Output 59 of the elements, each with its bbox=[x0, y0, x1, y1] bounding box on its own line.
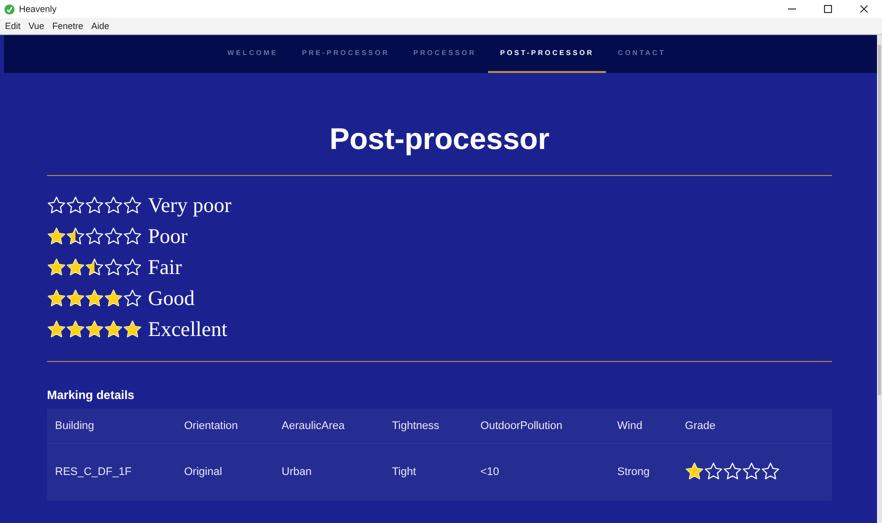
star-icon bbox=[85, 288, 104, 308]
star-icon bbox=[684, 462, 704, 481]
star-icon bbox=[85, 258, 104, 276]
window-title: Heavenly bbox=[19, 4, 58, 14]
star-icon bbox=[85, 320, 104, 338]
rating-label: Poor bbox=[148, 223, 188, 250]
column-header: Building bbox=[47, 409, 176, 444]
menu-item[interactable]: Edit bbox=[5, 21, 21, 31]
star-icon bbox=[722, 462, 742, 481]
section-title: Marking details bbox=[47, 388, 136, 402]
rating-label: Good bbox=[148, 285, 195, 312]
column-header: OutdoorPollution bbox=[472, 409, 610, 444]
column-header: Wind bbox=[609, 409, 677, 444]
page-title: Post-processor bbox=[328, 122, 551, 158]
star-icon bbox=[104, 258, 123, 276]
menu-item[interactable]: Fenetre bbox=[52, 21, 84, 31]
star-icon bbox=[123, 226, 142, 246]
table-cell: Original bbox=[176, 444, 274, 501]
column-header: Tightness bbox=[384, 409, 472, 444]
star-icon bbox=[66, 320, 85, 338]
star-icon bbox=[123, 288, 142, 308]
column-header: AeraulicArea bbox=[274, 409, 384, 444]
star-icon bbox=[123, 258, 142, 276]
table-cell: RES_C_DF_1F bbox=[47, 444, 176, 501]
rating-label: Very poor bbox=[148, 192, 232, 219]
menu-item[interactable]: Vue bbox=[28, 21, 44, 31]
star-icon bbox=[123, 196, 142, 214]
star-icon bbox=[66, 258, 85, 276]
column-header: Grade bbox=[676, 409, 832, 444]
menu-item[interactable]: Aide bbox=[91, 21, 110, 31]
star-icon bbox=[123, 320, 142, 338]
star-icon bbox=[104, 196, 123, 214]
star-icon bbox=[66, 226, 85, 246]
column-header: Orientation bbox=[176, 409, 274, 444]
table-cell: Urban bbox=[274, 444, 384, 501]
star-icon bbox=[104, 288, 123, 308]
star-icon bbox=[47, 196, 66, 214]
app-icon bbox=[4, 4, 15, 14]
star-icon bbox=[66, 196, 85, 214]
star-icon bbox=[85, 196, 104, 214]
table-cell: Tight bbox=[384, 444, 472, 501]
star-icon bbox=[742, 462, 761, 481]
rating-label: Fair bbox=[148, 254, 182, 281]
maximize-icon[interactable] bbox=[823, 4, 833, 14]
star-icon bbox=[704, 462, 723, 481]
close-icon[interactable] bbox=[859, 4, 869, 14]
table-cell: <10 bbox=[472, 444, 610, 501]
star-icon bbox=[760, 462, 780, 481]
rating-label: Excellent bbox=[148, 316, 228, 343]
star-icon bbox=[47, 258, 66, 276]
star-icon bbox=[47, 320, 66, 338]
scrollbar-thumb[interactable] bbox=[878, 45, 881, 395]
star-icon bbox=[66, 288, 85, 308]
table-cell: Strong bbox=[609, 444, 677, 501]
star-icon bbox=[47, 288, 66, 308]
star-icon bbox=[104, 320, 123, 338]
star-icon bbox=[85, 226, 104, 246]
star-icon bbox=[104, 226, 123, 246]
star-icon bbox=[47, 226, 66, 246]
